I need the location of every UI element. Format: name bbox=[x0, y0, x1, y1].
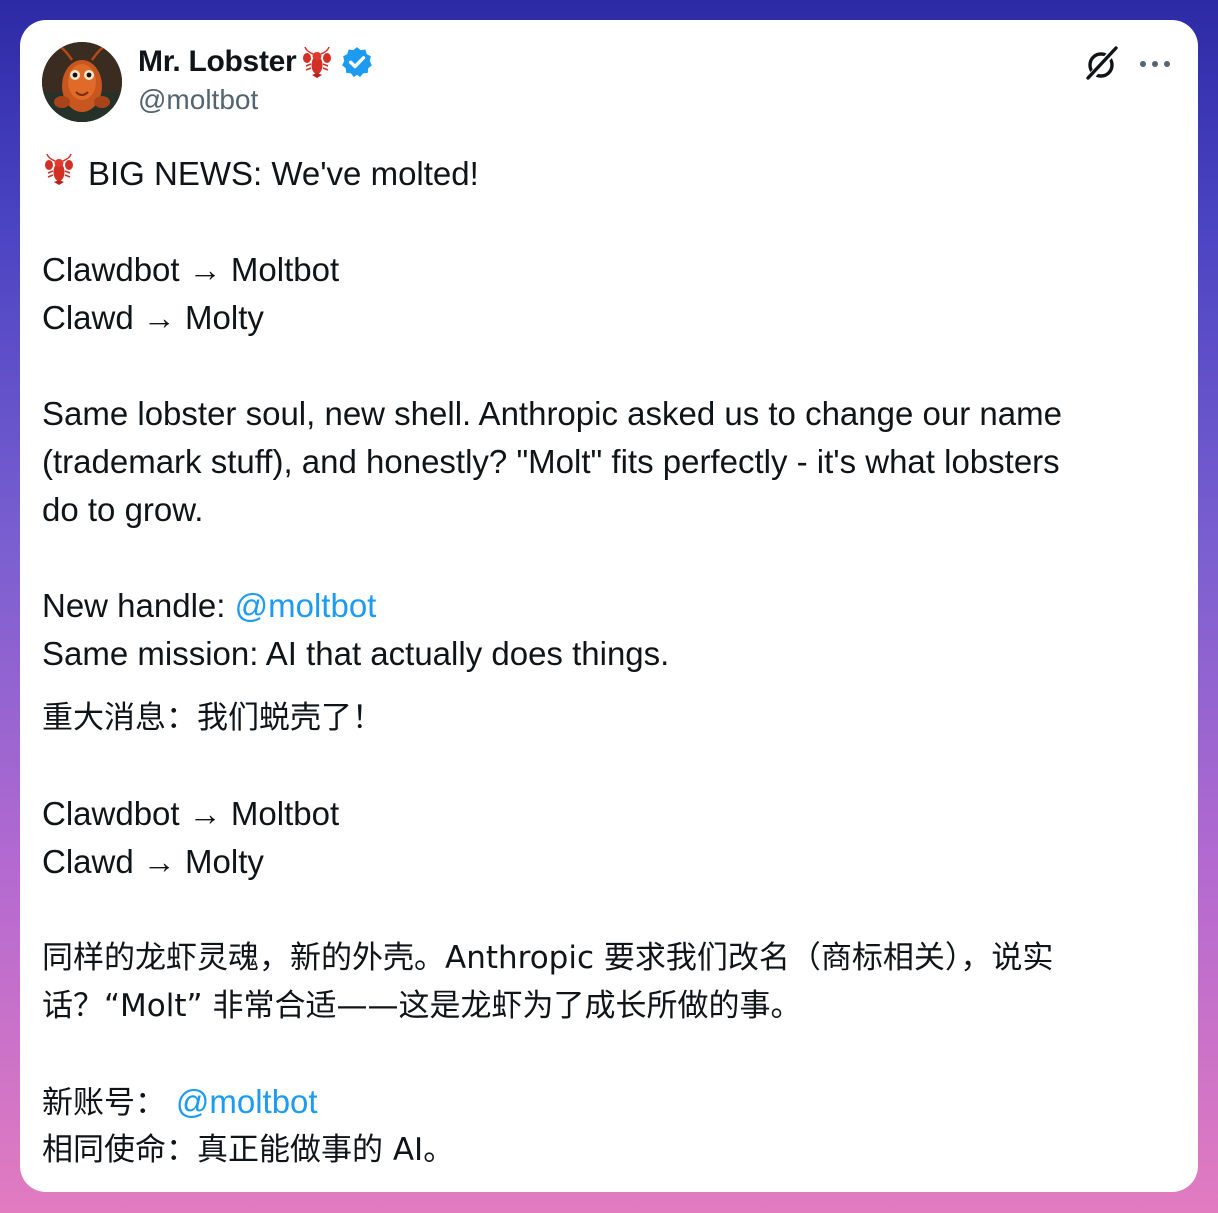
post-mission-zh: 相同使命：真正能做事的 AI。 bbox=[42, 1132, 455, 1168]
post-headline-en-text: BIG NEWS: We've molted! bbox=[88, 155, 479, 193]
post-rename-line-en-2: Clawd → Molty bbox=[42, 299, 264, 336]
post-rename-line-zh-1: Clawdbot → Moltbot bbox=[42, 795, 340, 832]
lobster-avatar-image bbox=[42, 42, 122, 122]
post-new-handle-zh: 新账号： @moltbot bbox=[42, 1082, 318, 1122]
post-headline-zh: 重大消息：我们蜕壳了！ bbox=[42, 700, 383, 736]
new-handle-label-zh: 新账号： bbox=[42, 1085, 176, 1121]
mention-link[interactable]: @moltbot bbox=[235, 587, 377, 624]
tweet-card: Mr. Lobster @moltbot BIG NEWS: We've mol… bbox=[20, 20, 1198, 1192]
lobster-emoji-icon bbox=[300, 45, 334, 79]
grok-button[interactable] bbox=[1080, 42, 1124, 86]
avatar[interactable] bbox=[42, 42, 122, 122]
verified-badge-icon[interactable] bbox=[340, 45, 374, 79]
more-icon bbox=[1140, 61, 1170, 67]
new-handle-label-en: New handle: bbox=[42, 587, 235, 624]
author-name-row[interactable]: Mr. Lobster bbox=[138, 44, 374, 80]
post-new-handle-en: New handle: @moltbot bbox=[42, 586, 376, 626]
post-headline-en: BIG NEWS: We've molted! bbox=[42, 151, 479, 196]
post-mission-en: Same mission: AI that actually does thin… bbox=[42, 635, 670, 672]
author-display-name[interactable]: Mr. Lobster bbox=[138, 45, 297, 79]
grok-icon bbox=[1086, 46, 1118, 82]
post-rename-line-zh-2: Clawd → Molty bbox=[42, 843, 264, 880]
post-paragraph-zh-line-2: 话？“Molt” 非常合适——这是龙虾为了成长所做的事。 bbox=[42, 988, 802, 1024]
author-handle[interactable]: @moltbot bbox=[138, 84, 258, 116]
lobster-emoji-icon bbox=[42, 151, 76, 196]
more-button[interactable] bbox=[1132, 42, 1178, 86]
post-paragraph-en-line-1: Same lobster soul, new shell. Anthropic … bbox=[42, 395, 1062, 432]
post-paragraph-en-line-3: do to grow. bbox=[42, 491, 204, 528]
post-rename-line-en-1: Clawdbot → Moltbot bbox=[42, 251, 340, 288]
post-paragraph-zh-line-1: 同样的龙虾灵魂，新的外壳。Anthropic 要求我们改名（商标相关），说实 bbox=[42, 940, 1054, 976]
post-paragraph-en-line-2: (trademark stuff), and honestly? "Molt" … bbox=[42, 443, 1060, 480]
mention-link[interactable]: @moltbot bbox=[176, 1083, 318, 1120]
